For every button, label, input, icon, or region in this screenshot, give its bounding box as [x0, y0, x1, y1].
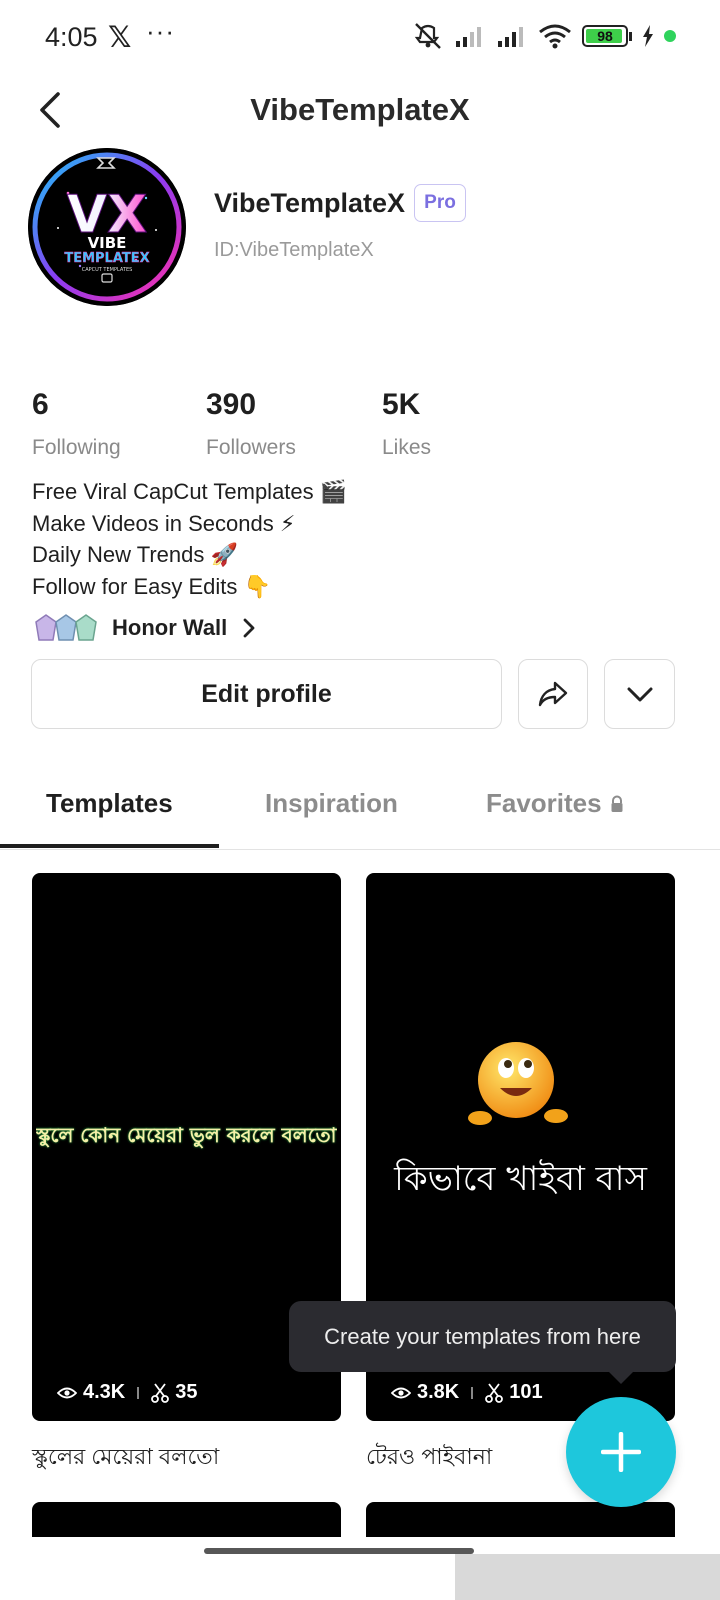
profile-name: VibeTemplateX: [214, 188, 406, 218]
template-stats: 4.3K 35: [57, 1381, 198, 1404]
create-template-tooltip: Create your templates from here: [289, 1301, 676, 1372]
more-notifications-icon: ···: [146, 16, 175, 46]
tab-inspiration[interactable]: Inspiration: [265, 788, 398, 819]
bio-line: Free Viral CapCut Templates 🎬: [32, 479, 348, 504]
eye-icon: [57, 1387, 77, 1398]
template-uses: 101: [509, 1381, 543, 1403]
charging-icon: [643, 25, 653, 47]
share-icon: [538, 681, 568, 707]
bio-line: Follow for Easy Edits 👇: [32, 573, 271, 599]
chevron-down-icon: [627, 687, 652, 702]
following-count: 6: [32, 388, 49, 421]
followers-stat[interactable]: 390 Followers: [206, 388, 296, 460]
honor-badges-icon: [35, 614, 97, 641]
template-title[interactable]: টেরও পাইবানা: [366, 1440, 492, 1477]
chevron-right-icon: [243, 618, 255, 638]
likes-count: 5K: [382, 388, 421, 421]
following-stat[interactable]: 6 Following: [32, 388, 121, 460]
share-button[interactable]: [518, 659, 588, 729]
profile-id[interactable]: ID:VibeTemplateX: [214, 239, 374, 262]
followers-label: Followers: [206, 436, 296, 459]
plus-icon: [601, 1432, 641, 1472]
vibrate-off-icon: [414, 23, 441, 49]
likes-label: Likes: [382, 436, 432, 459]
tab-indicator: [0, 844, 219, 848]
edit-profile-button[interactable]: Edit profile: [31, 659, 502, 729]
nav-bar-strip: [455, 1554, 720, 1600]
avatar[interactable]: VX VIBE TEMPLATEX CAPCUT TEMPLATES: [28, 148, 186, 306]
logo-text-bottom: TEMPLATEX: [64, 251, 149, 266]
eye-icon: [391, 1387, 411, 1398]
honor-wall-label: Honor Wall: [112, 615, 228, 640]
wifi-icon: [539, 24, 571, 49]
bio: Free Viral CapCut Templates 🎬 Make Video…: [32, 476, 347, 602]
page-title: VibeTemplateX: [250, 92, 470, 127]
privacy-indicator-dot: [664, 30, 676, 42]
scissors-icon: [151, 1382, 170, 1403]
logo-text-top: VIBE: [88, 234, 127, 252]
status-icons: 98: [412, 22, 676, 50]
template-title[interactable]: স্কুলের মেয়েরা বলতো: [32, 1440, 219, 1477]
scissors-icon: [485, 1382, 504, 1403]
template-overlay-text: স্কুলে কোন মেয়েরা ভুল করলে বলতো..: [36, 1123, 337, 1147]
template-card[interactable]: [366, 1502, 675, 1537]
battery-level: 98: [597, 28, 613, 44]
signal-2-icon: [498, 27, 523, 47]
following-label: Following: [32, 436, 121, 459]
template-overlay-text: কিভাবে খাইবা বাস: [394, 1159, 647, 1199]
bio-line: Daily New Trends 🚀: [32, 542, 238, 567]
profile-logo: VX VIBE TEMPLATEX CAPCUT TEMPLATES: [28, 148, 186, 306]
template-views: 3.8K: [417, 1381, 460, 1403]
likes-stat[interactable]: 5K Likes: [382, 388, 431, 460]
lock-icon: [611, 795, 623, 812]
bio-line: Make Videos in Seconds ⚡: [32, 510, 296, 536]
more-options-button[interactable]: [604, 659, 675, 729]
honor-wall-link[interactable]: Honor Wall: [32, 610, 261, 646]
tab-favorites-label: Favorites: [486, 788, 602, 818]
create-template-button[interactable]: [566, 1397, 676, 1507]
tab-favorites[interactable]: Favorites: [486, 788, 624, 819]
pro-badge[interactable]: Pro: [414, 184, 466, 222]
template-card[interactable]: [32, 1502, 341, 1537]
signal-1-icon: [456, 27, 481, 47]
logo-text-small: CAPCUT TEMPLATES: [82, 267, 133, 273]
template-uses: 35: [175, 1381, 198, 1403]
template-views: 4.3K: [83, 1381, 126, 1403]
status-time: 4:05: [45, 22, 98, 52]
smiley-emoji-icon: [468, 1042, 568, 1125]
profile-tabs: Templates Inspiration Favorites: [0, 770, 720, 850]
tab-templates[interactable]: Templates: [46, 788, 173, 819]
tooltip-arrow: [608, 1371, 634, 1384]
home-indicator[interactable]: [204, 1548, 474, 1554]
battery-icon: 98: [582, 25, 628, 47]
status-bar: 4:05 𝕏 ··· 98: [0, 0, 720, 78]
template-stats: 3.8K 101: [391, 1381, 543, 1404]
followers-count: 390: [206, 388, 257, 421]
x-app-icon: 𝕏: [108, 22, 132, 54]
